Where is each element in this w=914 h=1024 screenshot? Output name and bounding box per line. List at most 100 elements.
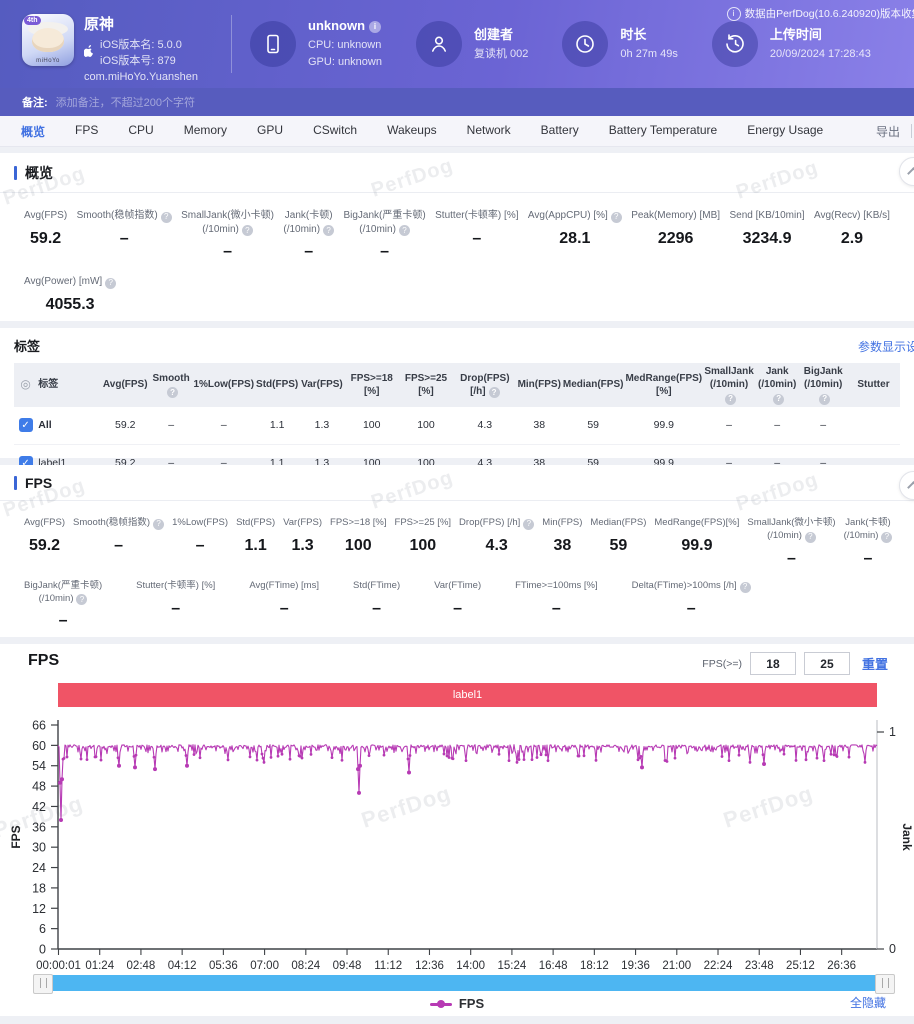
row-checkbox-cell (14, 407, 37, 445)
svg-text:07:00: 07:00 (250, 960, 279, 972)
metric-label: Stutter(卡顿率) [%] (435, 209, 518, 223)
metric: Avg(FPS)59.2 (20, 517, 69, 568)
metric: Send [KB/10min]3234.9 (726, 209, 809, 261)
help-icon: ? (819, 394, 830, 405)
range-handle-left[interactable] (33, 974, 53, 994)
overview-card: PerfDog PerfDog PerfDog 概览 Avg(FPS)59.2S… (0, 153, 914, 321)
history-clock-icon (712, 21, 758, 67)
metric: Drop(FPS) [/h]?4.3 (455, 517, 538, 568)
column-header: Smooth? (150, 363, 193, 407)
tab-Wakeups[interactable]: Wakeups (372, 123, 452, 140)
metric-value: – (249, 600, 319, 618)
svg-text:FPS: FPS (9, 825, 23, 848)
metric-value: – (747, 550, 835, 568)
metric-label: Median(FPS) (590, 517, 646, 530)
metric-label: FPS>=18 [%] (330, 517, 387, 530)
export-button[interactable]: 导出 (876, 123, 900, 140)
metric: Avg(FTime) [ms] – (245, 580, 323, 631)
metric-label: Avg(Power) [mW]? (24, 275, 116, 289)
metric-label: BigJank(严重卡顿) (/10min)? (343, 209, 425, 236)
cell-value: 1.3 (299, 407, 344, 445)
metric-value: – (24, 612, 102, 630)
metric: Peak(Memory) [MB]2296 (627, 209, 724, 261)
note-placeholder: 添加备注，不超过200个字符 (56, 94, 195, 110)
labels-title: 标签 (14, 336, 900, 355)
metric-value: – (435, 230, 518, 248)
cell-value: – (799, 407, 847, 445)
clock-icon (562, 21, 608, 67)
column-header: Std(FPS) (255, 363, 299, 407)
svg-text:08:24: 08:24 (291, 960, 320, 972)
metric-label: Var(FPS) (283, 517, 322, 530)
duration-label: 时长 (620, 25, 677, 46)
column-header: Var(FPS) (299, 363, 344, 407)
tab-概览[interactable]: 概览 (6, 123, 60, 140)
svg-text:42: 42 (32, 800, 46, 814)
svg-text:6: 6 (39, 922, 46, 936)
note-bar[interactable]: 备注: 添加备注，不超过200个字符 (0, 88, 914, 116)
label1-banner-text: label1 (453, 689, 482, 701)
column-header: Avg(FPS) (101, 363, 150, 407)
range-handle-right[interactable] (875, 974, 895, 994)
svg-text:12: 12 (32, 902, 46, 916)
metric: Var(FPS)1.3 (279, 517, 326, 568)
collapse-button[interactable] (899, 157, 914, 186)
metric-label: Std(FPS) (236, 517, 275, 530)
metric-value: 28.1 (528, 230, 622, 248)
metric-label: Avg(FTime) [ms] (249, 580, 319, 593)
tab-CSwitch[interactable]: CSwitch (298, 123, 372, 140)
metric-label: Min(FPS) (542, 517, 582, 530)
chart-legend[interactable]: FPS (0, 996, 914, 1011)
tab-Network[interactable]: Network (452, 123, 526, 140)
fps-threshold-label: FPS(>=) (702, 658, 742, 670)
svg-text:23:48: 23:48 (745, 960, 774, 972)
tab-FPS[interactable]: FPS (60, 123, 113, 140)
game-info: 4th miHoYo 原神 iOS版本名: 5.0.0 iOS版本号: 879 … (0, 2, 227, 87)
metric-value: – (77, 230, 172, 248)
metric-label: BigJank(严重卡顿) (/10min)? (24, 580, 102, 606)
tab-Battery Temperature[interactable]: Battery Temperature (594, 123, 733, 140)
metric: FPS>=18 [%]100 (326, 517, 391, 568)
tab-Memory[interactable]: Memory (169, 123, 242, 140)
reset-button[interactable]: 重置 (862, 654, 888, 673)
fps-threshold-high-input[interactable] (804, 652, 850, 675)
column-header: SmallJank (/10min)? (703, 363, 755, 407)
metric: Stutter(卡顿率) [%]– (132, 580, 219, 631)
info-icon: i (727, 7, 741, 21)
device-info: unknowni CPU: unknown GPU: unknown (250, 16, 382, 72)
metric-value: 59 (590, 537, 646, 555)
checkbox-checked[interactable] (19, 418, 33, 432)
creator-label: 创建者 (474, 25, 528, 46)
cell-value: 99.9 (624, 407, 703, 445)
collapse-button[interactable] (899, 471, 914, 500)
tab-GPU[interactable]: GPU (242, 123, 298, 140)
metric-label: Avg(Recv) [KB/s] (814, 209, 890, 223)
column-header: Min(FPS) (517, 363, 562, 407)
help-icon: ? (105, 278, 116, 289)
chart-range-scrollbar[interactable] (34, 975, 894, 991)
metric-label: Jank(卡顿) (/10min)? (283, 209, 334, 236)
cell-value: 100 (345, 407, 399, 445)
tab-Battery[interactable]: Battery (526, 123, 594, 140)
svg-text:04:12: 04:12 (168, 960, 197, 972)
tab-Energy Usage[interactable]: Energy Usage (732, 123, 838, 140)
cell-value (847, 407, 900, 445)
metric-label: FPS>=25 [%] (395, 517, 452, 530)
param-display-settings-link[interactable]: 参数显示设置 (858, 338, 914, 355)
device-name: unknown (308, 18, 365, 33)
svg-text:36: 36 (32, 820, 46, 834)
fps-threshold-controls: FPS(>=) 重置 (702, 652, 888, 675)
metric: 1%Low(FPS)– (168, 517, 232, 568)
column-header: Jank (/10min)? (755, 363, 799, 407)
metric-label: SmallJank(微小卡顿) (/10min)? (747, 517, 835, 543)
metric-label: Var(FTime) (434, 580, 481, 593)
metric-label: Avg(AppCPU) [%]? (528, 209, 622, 223)
metric: FTime>=100ms [%]– (511, 580, 602, 631)
header-divider (231, 15, 232, 73)
svg-text:12:36: 12:36 (415, 960, 444, 972)
metric: MedRange(FPS)[%]99.9 (650, 517, 743, 568)
metric-label: FTime>=100ms [%] (515, 580, 598, 593)
fps-threshold-low-input[interactable] (750, 652, 796, 675)
hide-all-link[interactable]: 全隐藏 (850, 994, 886, 1011)
tab-CPU[interactable]: CPU (113, 123, 168, 140)
